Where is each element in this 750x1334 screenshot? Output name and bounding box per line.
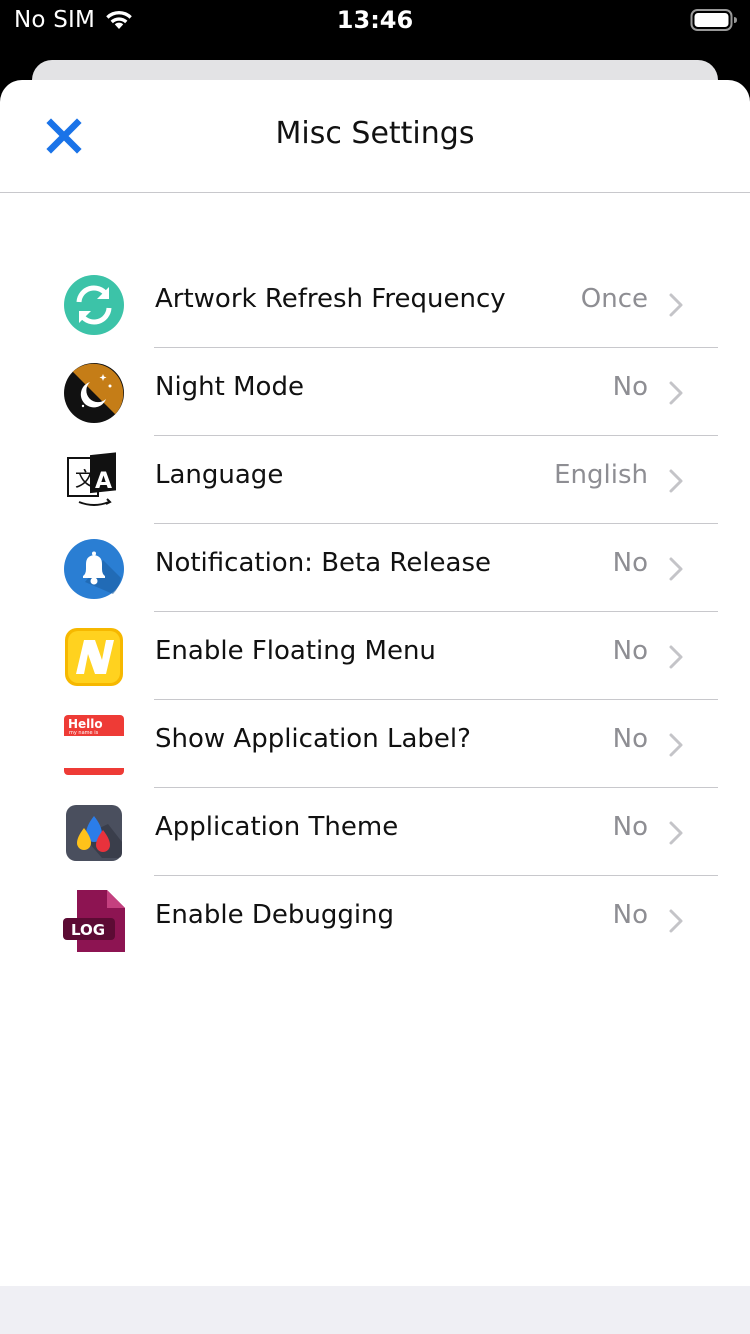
- setting-row-artwork-refresh[interactable]: Artwork Refresh Frequency Once: [0, 260, 750, 348]
- settings-sheet: Misc Settings Artwork Refresh Frequency …: [0, 80, 750, 1334]
- setting-row-application-theme[interactable]: Application Theme No: [0, 788, 750, 876]
- nav-bar: Misc Settings: [0, 80, 750, 193]
- night-mode-icon: [63, 362, 125, 424]
- chevron-right-icon: [668, 380, 684, 406]
- settings-list: Artwork Refresh Frequency Once Night Mod…: [0, 260, 750, 964]
- log-file-icon: LOG: [63, 890, 125, 952]
- chevron-right-icon: [668, 468, 684, 494]
- setting-label: Enable Floating Menu: [155, 636, 436, 666]
- setting-value: No: [612, 636, 648, 666]
- refresh-icon: [63, 274, 125, 336]
- chevron-right-icon: [668, 556, 684, 582]
- setting-label: Enable Debugging: [155, 900, 395, 930]
- setting-row-notification-beta[interactable]: Notification: Beta Release No: [0, 524, 750, 612]
- setting-value: No: [612, 812, 648, 842]
- setting-row-debugging[interactable]: LOG Enable Debugging No: [0, 876, 750, 964]
- page-title: Misc Settings: [275, 116, 475, 151]
- hello-text: Hello: [68, 717, 103, 731]
- setting-label: Notification: Beta Release: [155, 548, 492, 578]
- setting-label: Night Mode: [155, 372, 304, 402]
- setting-value: No: [612, 548, 648, 578]
- setting-value: No: [612, 900, 648, 930]
- chevron-right-icon: [668, 732, 684, 758]
- setting-row-application-label[interactable]: Hello my name is Show Application Label?…: [0, 700, 750, 788]
- setting-value: English: [554, 460, 648, 490]
- clock: 13:46: [336, 6, 414, 34]
- setting-row-language[interactable]: 文 A Language English: [0, 436, 750, 524]
- hello-subtext: my name is: [69, 730, 99, 736]
- setting-label: Application Theme: [155, 812, 399, 842]
- battery-icon: [690, 8, 738, 32]
- bottom-bar: [0, 1286, 750, 1334]
- setting-label: Artwork Refresh Frequency: [155, 284, 506, 314]
- setting-label: Show Application Label?: [155, 724, 471, 754]
- hello-label-icon: Hello my name is: [63, 714, 125, 776]
- chevron-right-icon: [668, 820, 684, 846]
- bell-icon: [63, 538, 125, 600]
- language-icon: 文 A: [63, 450, 125, 512]
- theme-drops-icon: [63, 802, 125, 864]
- chevron-right-icon: [668, 908, 684, 934]
- setting-row-floating-menu[interactable]: Enable Floating Menu No: [0, 612, 750, 700]
- setting-row-night-mode[interactable]: Night Mode No: [0, 348, 750, 436]
- log-text: LOG: [71, 921, 105, 939]
- status-bar: No SIM 13:46: [0, 0, 750, 40]
- language-glyph-left: 文: [75, 467, 95, 491]
- setting-label: Language: [155, 460, 284, 490]
- setting-value: No: [612, 372, 648, 402]
- floating-menu-icon: [63, 626, 125, 688]
- chevron-right-icon: [668, 292, 684, 318]
- chevron-right-icon: [668, 644, 684, 670]
- setting-value: Once: [580, 284, 648, 314]
- setting-value: No: [612, 724, 648, 754]
- language-glyph-right: A: [95, 469, 112, 494]
